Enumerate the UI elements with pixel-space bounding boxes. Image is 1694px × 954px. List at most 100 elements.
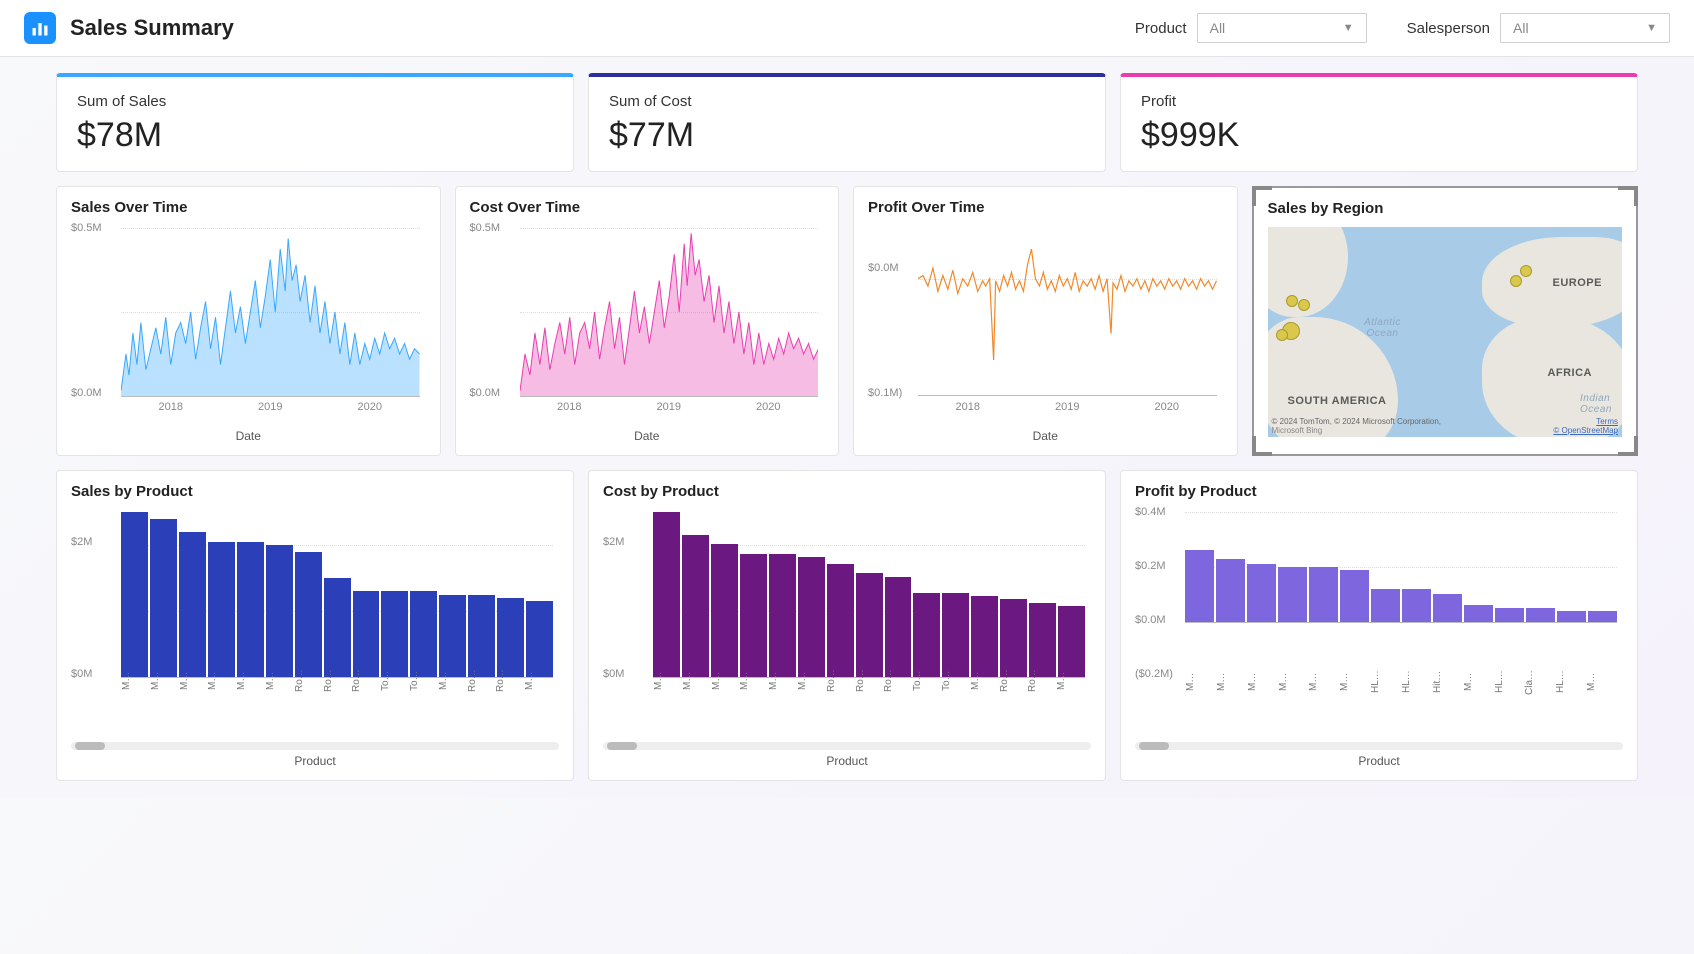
map-data-point[interactable] [1510, 275, 1522, 287]
bar[interactable] [150, 519, 177, 677]
x-tick: M… [1463, 668, 1494, 696]
map-data-point[interactable] [1276, 329, 1288, 341]
x-tick: M… [653, 667, 682, 695]
chevron-down-icon: ▼ [1343, 22, 1354, 34]
kpi-sum-of-sales[interactable]: Sum of Sales $78M [56, 73, 574, 172]
x-tick: M… [682, 667, 711, 695]
bar[interactable] [208, 542, 235, 677]
chart-body: $2M $0M M…M…M…M…M…M…Ro…Ro…Ro…To…To…M…Ro…… [71, 506, 559, 706]
y-tick: $0.5M [71, 222, 115, 234]
chart-sales-by-region[interactable]: Sales by Region EUROPE AFRICA SOUTH AMER… [1252, 186, 1639, 456]
bar[interactable] [121, 512, 148, 677]
scrollbar[interactable] [71, 742, 559, 750]
selection-handle[interactable] [1252, 186, 1272, 206]
scrollbar[interactable] [1135, 742, 1623, 750]
kpi-profit[interactable]: Profit $999K [1120, 73, 1638, 172]
bar[interactable] [682, 535, 709, 677]
bar[interactable] [468, 595, 495, 678]
x-tick: Ro… [467, 667, 496, 695]
bar[interactable] [1185, 550, 1214, 621]
bar[interactable] [711, 544, 738, 677]
bar[interactable] [1433, 594, 1462, 621]
x-axis-label: Date [71, 429, 426, 443]
x-tick: Hit… [1432, 668, 1463, 696]
bar[interactable] [1309, 567, 1338, 622]
header-left: Sales Summary [24, 12, 234, 44]
profit-line [918, 228, 1217, 397]
y-tick: $0.0M [470, 387, 514, 399]
bar[interactable] [1340, 570, 1369, 622]
map-terms-link[interactable]: Terms [1596, 417, 1618, 426]
bar[interactable] [1557, 611, 1586, 622]
bar[interactable] [439, 595, 466, 678]
x-ticks: M…M…M…M…M…M…Ro…Ro…Ro…To…To…M…Ro…Ro…M… [121, 667, 553, 695]
sales-line [121, 228, 420, 396]
product-dropdown[interactable]: All ▼ [1197, 13, 1367, 43]
scroll-thumb[interactable] [75, 742, 105, 750]
bar[interactable] [324, 578, 351, 677]
bar[interactable] [740, 554, 767, 677]
bar[interactable] [1588, 611, 1617, 622]
chart-cost-over-time[interactable]: Cost Over Time $0.5M $0.0M 2018 2019 [455, 186, 840, 456]
map-data-point[interactable] [1286, 295, 1298, 307]
bar[interactable] [913, 593, 940, 677]
map-osm-link[interactable]: © OpenStreetMap [1553, 426, 1618, 435]
salesperson-dropdown[interactable]: All ▼ [1500, 13, 1670, 43]
map-data-point[interactable] [1520, 265, 1532, 277]
bar[interactable] [353, 591, 380, 677]
bar[interactable] [1278, 567, 1307, 622]
bar[interactable] [885, 577, 912, 677]
bar[interactable] [769, 554, 796, 677]
bar[interactable] [381, 591, 408, 677]
chart-title: Sales by Region [1268, 200, 1623, 217]
chart-title: Profit Over Time [868, 199, 1223, 216]
bar[interactable] [1464, 605, 1493, 621]
selection-handle[interactable] [1618, 436, 1638, 456]
scroll-thumb[interactable] [1139, 742, 1169, 750]
bar[interactable] [1402, 589, 1431, 622]
x-axis-label: Product [71, 754, 559, 768]
chart-sales-by-product[interactable]: Sales by Product $2M $0M M…M…M…M…M…M…Ro…… [56, 470, 574, 781]
bar[interactable] [798, 557, 825, 677]
kpi-row: Sum of Sales $78M Sum of Cost $77M Profi… [56, 73, 1638, 172]
bar[interactable] [1526, 608, 1555, 622]
x-ticks: 2018 2019 2020 [121, 401, 420, 413]
bar[interactable] [1247, 564, 1276, 622]
bar[interactable] [237, 542, 264, 677]
bars [1185, 512, 1617, 622]
bar[interactable] [1495, 608, 1524, 622]
row-timeseries: Sales Over Time $0.5M $0.0M 2018 2019 [56, 186, 1638, 456]
bar[interactable] [856, 573, 883, 677]
bar[interactable] [1029, 603, 1056, 677]
bar[interactable] [827, 564, 854, 677]
bar[interactable] [1000, 599, 1027, 677]
chart-sales-over-time[interactable]: Sales Over Time $0.5M $0.0M 2018 2019 [56, 186, 441, 456]
bar[interactable] [179, 532, 206, 677]
bar[interactable] [653, 512, 680, 677]
map-data-point[interactable] [1298, 299, 1310, 311]
bar[interactable] [266, 545, 293, 677]
scroll-thumb[interactable] [607, 742, 637, 750]
bar[interactable] [971, 596, 998, 677]
bar[interactable] [526, 601, 553, 677]
bar[interactable] [1216, 559, 1245, 622]
chart-profit-by-product[interactable]: Profit by Product $0.4M $0.2M $0.0M ($0.… [1120, 470, 1638, 781]
bar[interactable] [497, 598, 524, 677]
x-ticks: 2018 2019 2020 [918, 401, 1217, 413]
bar[interactable] [295, 552, 322, 677]
scrollbar[interactable] [603, 742, 1091, 750]
plot-area: M…M…M…M…M…M…Ro…Ro…Ro…To…To…M…Ro…Ro…M… [653, 512, 1085, 678]
bar[interactable] [410, 591, 437, 677]
map-body[interactable]: EUROPE AFRICA SOUTH AMERICA Atlantic Oce… [1268, 227, 1623, 437]
map-credit-text: © 2024 TomTom, © 2024 Microsoft Corporat… [1272, 417, 1442, 426]
salesperson-dropdown-value: All [1513, 20, 1529, 36]
selection-handle[interactable] [1252, 436, 1272, 456]
selection-handle[interactable] [1618, 186, 1638, 206]
chart-cost-by-product[interactable]: Cost by Product $2M $0M M…M…M…M…M…M…Ro…R… [588, 470, 1106, 781]
bar[interactable] [1371, 589, 1400, 622]
kpi-sum-of-cost[interactable]: Sum of Cost $77M [588, 73, 1106, 172]
chart-body: $0.5M $0.0M 2018 2019 2020 [71, 222, 426, 425]
bar[interactable] [942, 593, 969, 677]
chevron-down-icon: ▼ [1646, 22, 1657, 34]
chart-profit-over-time[interactable]: Profit Over Time $0.0M $0.1M) 2018 2019 … [853, 186, 1238, 456]
